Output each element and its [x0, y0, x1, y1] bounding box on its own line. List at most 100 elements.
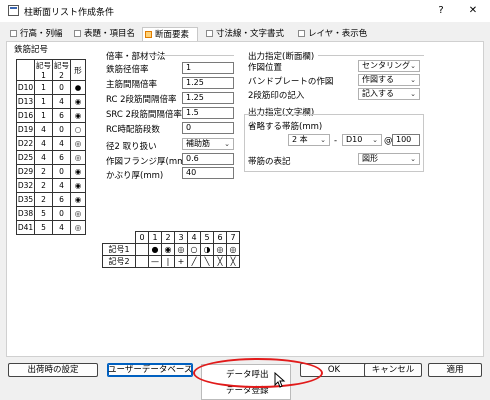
- rebar-cell-name: D32: [16, 178, 35, 193]
- output-label: 2段筋印の記入: [248, 91, 305, 101]
- symbol-row1-cell: ◎: [174, 243, 188, 256]
- symbol-row2-cell: +: [174, 255, 188, 268]
- output-section-divider: [318, 55, 424, 56]
- rebar-cell-k2[interactable]: 0: [52, 164, 71, 179]
- output-select[interactable]: 作図する ⌄: [358, 74, 420, 86]
- symbol-number: 7: [226, 231, 240, 244]
- rebar-cell-shape[interactable]: ◉: [70, 108, 86, 123]
- close-button[interactable]: ✕: [460, 2, 486, 20]
- rebar-cell-name: D19: [16, 122, 35, 137]
- rebar-cell-shape[interactable]: ○: [70, 122, 86, 137]
- symbol-row1-cell: ◑: [200, 243, 214, 256]
- symbol-row1-cell: ◎: [226, 243, 240, 256]
- rebar-header-name: [16, 59, 35, 81]
- rebar-cell-shape[interactable]: ●: [70, 80, 86, 95]
- pitch-input[interactable]: 100: [392, 134, 420, 146]
- rebar-cell-k1[interactable]: 5: [34, 206, 53, 221]
- user-database-button[interactable]: ユーザーデータベース: [107, 363, 193, 377]
- title-bar: 柱断面リスト作成条件 ? ✕: [0, 0, 490, 22]
- symbol-row2-label: 記号2: [102, 255, 136, 268]
- symbol-row2-cell: ╳: [213, 255, 227, 268]
- rebar-row: D32 2 4 ◉: [16, 178, 86, 193]
- rebar-cell-shape[interactable]: ◉: [70, 192, 86, 207]
- rebar-row: D13 1 4 ◉: [16, 94, 86, 109]
- tab-title-items[interactable]: 表題・項目名: [72, 27, 142, 41]
- ratio-input[interactable]: 1.25: [182, 77, 234, 89]
- count-select[interactable]: 2 本 ⌄: [288, 134, 330, 146]
- flange-input[interactable]: 0.6: [182, 153, 234, 165]
- symbol-number: 4: [187, 231, 201, 244]
- rebar-cell-k2[interactable]: 6: [52, 108, 71, 123]
- rebar-cell-shape[interactable]: ◉: [70, 164, 86, 179]
- rebar-cell-k2[interactable]: 4: [52, 136, 71, 151]
- ratios-divider: [152, 55, 234, 56]
- rebar-header-k1: 記号1: [34, 59, 53, 81]
- rebar-cell-shape[interactable]: ◎: [70, 136, 86, 151]
- tab-layer-color[interactable]: レイヤ・表示色: [296, 27, 372, 41]
- symbol-row1-cell: ◎: [213, 243, 227, 256]
- rebar-cell-k2[interactable]: 6: [52, 150, 71, 165]
- mouse-cursor-icon: [274, 372, 286, 388]
- rebar-cell-shape[interactable]: ◉: [70, 94, 86, 109]
- dash-label: -: [334, 136, 338, 146]
- symbol-row1-cell: ●: [148, 243, 162, 256]
- chevron-down-icon: ⌄: [410, 76, 416, 84]
- apply-button[interactable]: 適用: [428, 363, 482, 377]
- rebar-cell-shape[interactable]: ◎: [70, 150, 86, 165]
- symbol-corner: [103, 232, 136, 244]
- rebar-row: D29 2 0 ◉: [16, 164, 86, 179]
- symbol-number: 0: [135, 231, 149, 244]
- rebar-cell-name: D35: [16, 192, 35, 207]
- ratio-input[interactable]: 1: [182, 62, 234, 74]
- chevron-down-icon: ⌄: [372, 136, 378, 144]
- rebar-cell-k2[interactable]: 0: [52, 122, 71, 137]
- rebar-cell-k1[interactable]: 1: [34, 94, 53, 109]
- rebar-cell-k2[interactable]: 4: [52, 94, 71, 109]
- ratio-input[interactable]: 1.5: [182, 107, 234, 119]
- rebar-row: D25 4 6 ◎: [16, 150, 86, 165]
- cover-label: かぶり厚(mm): [106, 171, 164, 181]
- ratio-input[interactable]: 1.25: [182, 92, 234, 104]
- rebar-cell-k1[interactable]: 1: [34, 108, 53, 123]
- rebar-header-shape: 形: [70, 59, 86, 81]
- cover-input[interactable]: 40: [182, 167, 234, 179]
- tab-section-elements[interactable]: 断面要素: [142, 27, 198, 41]
- tab-row-column[interactable]: 行高・列幅: [8, 27, 66, 41]
- rebar-cell-k2[interactable]: 4: [52, 178, 71, 193]
- bar-select[interactable]: D10 ⌄: [342, 134, 382, 146]
- rebar-cell-k2[interactable]: 0: [52, 80, 71, 95]
- tab-icon: [10, 30, 17, 37]
- rebar-cell-name: D29: [16, 164, 35, 179]
- rebar-cell-k1[interactable]: 1: [34, 80, 53, 95]
- help-button[interactable]: ?: [428, 2, 454, 20]
- window-title: 柱断面リスト作成条件: [24, 8, 115, 18]
- rebar-cell-k1[interactable]: 4: [34, 136, 53, 151]
- diameter-select[interactable]: 補助筋 ⌄: [182, 138, 234, 150]
- ratio-label: 主筋間隔倍率: [106, 80, 158, 90]
- rebar-cell-name: D38: [16, 206, 35, 221]
- tab-dimension-text[interactable]: 寸法線・文字書式: [204, 27, 290, 41]
- rebar-cell-k2[interactable]: 6: [52, 192, 71, 207]
- rebar-cell-shape[interactable]: ◎: [70, 220, 86, 235]
- rebar-cell-shape[interactable]: ◉: [70, 178, 86, 193]
- rebar-cell-name: D10: [16, 80, 35, 95]
- rebar-cell-k1[interactable]: 5: [34, 220, 53, 235]
- rebar-cell-k2[interactable]: 4: [52, 220, 71, 235]
- cancel-button[interactable]: キャンセル: [364, 363, 422, 377]
- ratio-input[interactable]: 0: [182, 122, 234, 134]
- output-select[interactable]: 記入する ⌄: [358, 88, 420, 100]
- tab-icon-active: [145, 31, 152, 38]
- notation-select[interactable]: 図形 ⌄: [358, 153, 420, 165]
- rebar-cell-shape[interactable]: ◎: [70, 206, 86, 221]
- tab-icon: [298, 30, 305, 37]
- notation-label: 帯筋の表記: [248, 157, 291, 167]
- default-settings-button[interactable]: 出荷時の設定: [8, 363, 98, 377]
- rebar-cell-k2[interactable]: 0: [52, 206, 71, 221]
- rebar-cell-k1[interactable]: 2: [34, 192, 53, 207]
- rebar-cell-k1[interactable]: 4: [34, 150, 53, 165]
- output-select[interactable]: センタリング ⌄: [358, 60, 420, 72]
- symbol-row1-cell: ○: [187, 243, 201, 256]
- rebar-cell-k1[interactable]: 2: [34, 164, 53, 179]
- rebar-cell-k1[interactable]: 4: [34, 122, 53, 137]
- rebar-cell-k1[interactable]: 2: [34, 178, 53, 193]
